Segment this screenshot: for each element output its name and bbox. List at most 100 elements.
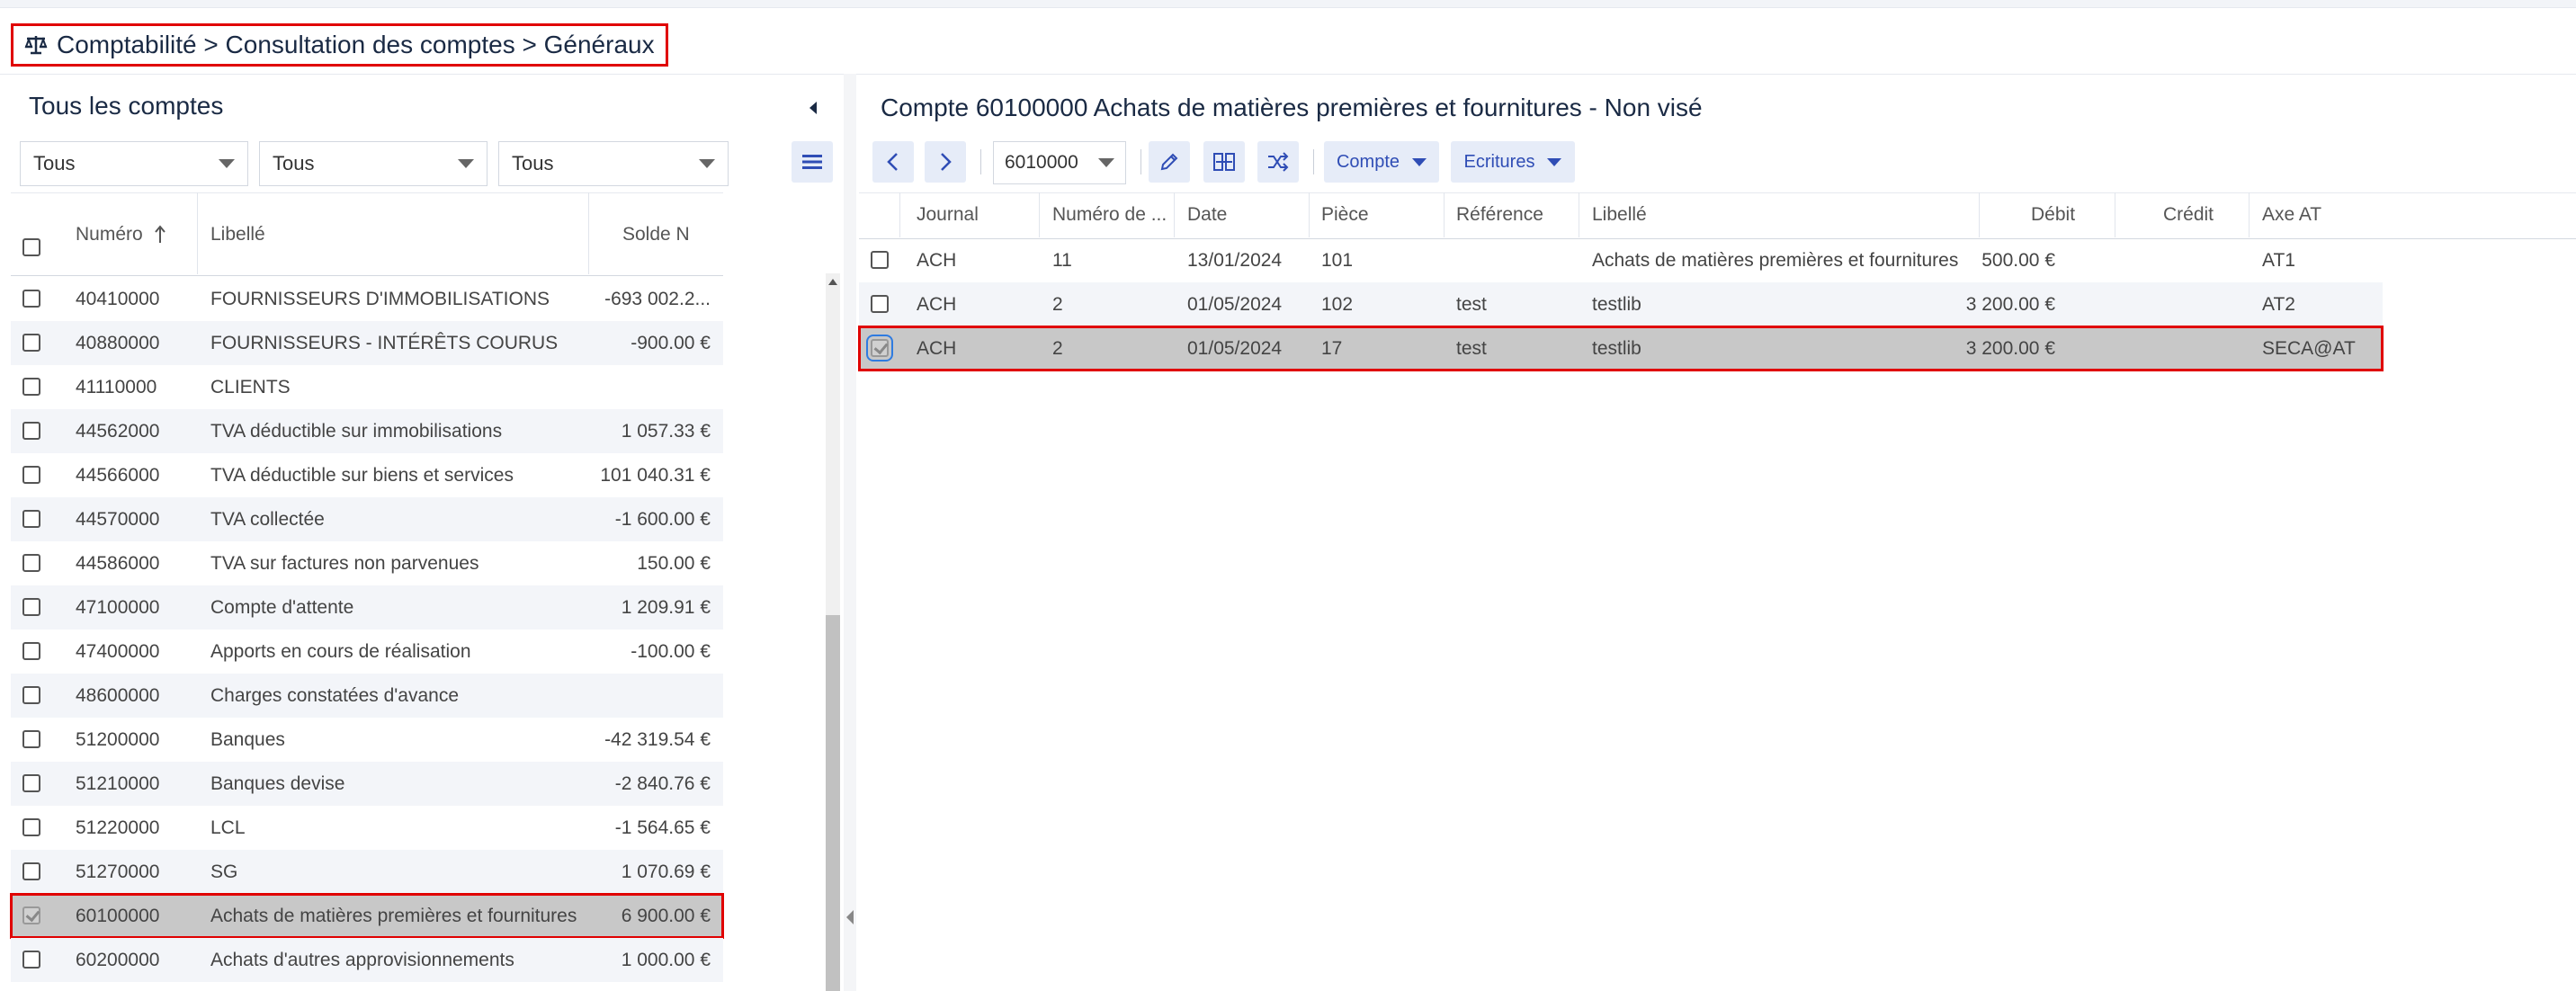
- left-scrollbar[interactable]: [826, 273, 840, 991]
- row-checkbox[interactable]: [22, 598, 40, 616]
- shuffle-button[interactable]: [1257, 141, 1299, 183]
- table-row[interactable]: 47400000 Apports en cours de réalisation -…: [11, 629, 723, 674]
- table-row[interactable]: 60200000 Achats d'autres approvisionnemen…: [11, 938, 723, 982]
- left-panel-title: Tous les comptes: [29, 92, 224, 120]
- account-number: 51270000: [76, 862, 160, 882]
- table-row[interactable]: 40880000 FOURNISSEURS - INTÉRÊTS COURUS -9…: [11, 321, 723, 365]
- column-header-libelle[interactable]: Libellé: [210, 193, 265, 275]
- row-checkbox[interactable]: [22, 951, 40, 969]
- row-checkbox[interactable]: [871, 295, 889, 313]
- filter-dropdown-1[interactable]: Tous: [20, 141, 248, 186]
- table-row[interactable]: 40410000 FOURNISSEURS D'IMMOBILISATIONS -6…: [11, 277, 723, 321]
- row-checkbox[interactable]: [22, 642, 40, 660]
- row-checkbox[interactable]: [22, 818, 40, 836]
- account-label: TVA déductible sur immobilisations: [210, 421, 503, 442]
- collapse-arrow-icon[interactable]: [846, 910, 854, 924]
- table-row[interactable]: 51270000 SG 1 070.69 €: [11, 850, 723, 894]
- account-select[interactable]: 6010000: [993, 141, 1126, 184]
- compte-menu-button[interactable]: Compte: [1324, 141, 1439, 183]
- filter-dropdown-2[interactable]: Tous: [259, 141, 487, 186]
- account-label: LCL: [210, 817, 246, 838]
- account-number: 51220000: [76, 817, 160, 838]
- row-checkbox[interactable]: [22, 378, 40, 396]
- column-header-libelle[interactable]: Libellé: [1592, 204, 1647, 226]
- panel-splitter[interactable]: [844, 74, 856, 991]
- column-header-piece[interactable]: Pièce: [1321, 204, 1369, 226]
- row-checkbox[interactable]: [871, 251, 889, 269]
- table-row[interactable]: ACH 2 01/05/2024 17 test testlib 3 200.00 € SEC…: [858, 326, 2384, 371]
- table-row[interactable]: 48600000 Charges constatées d'avance: [11, 674, 723, 718]
- column-divider: [2249, 192, 2250, 237]
- table-row[interactable]: 51220000 LCL -1 564.65 €: [11, 806, 723, 850]
- column-header-credit[interactable]: Crédit: [2163, 204, 2214, 226]
- column-header-numero-label: Numéro: [76, 223, 143, 245]
- chevron-down-icon: [1412, 157, 1427, 166]
- breadcrumb-text: Comptabilité > Consultation des comptes …: [57, 31, 655, 58]
- row-checkbox[interactable]: [22, 862, 40, 880]
- scrollbar-thumb[interactable]: [826, 615, 840, 991]
- cell-libelle: testlib: [1592, 294, 1641, 315]
- table-row[interactable]: 44562000 TVA déductible sur immobilisatio…: [11, 409, 723, 453]
- cell-debit: 3 200.00 €: [1965, 338, 2055, 359]
- row-checkbox[interactable]: [22, 774, 40, 792]
- column-header-date[interactable]: Date: [1187, 204, 1227, 226]
- table-row[interactable]: 44586000 TVA sur factures non parvenues 15…: [11, 541, 723, 585]
- cell-libelle: testlib: [1592, 338, 1641, 359]
- row-checkbox[interactable]: [22, 906, 40, 924]
- row-checkbox[interactable]: [22, 686, 40, 704]
- table-row[interactable]: 44570000 TVA collectée -1 600.00 €: [11, 497, 723, 541]
- account-label: TVA collectée: [210, 509, 325, 530]
- table-row[interactable]: 51210000 Banques devise -2 840.76 €: [11, 762, 723, 806]
- column-header-axe-at[interactable]: Axe AT: [2262, 204, 2321, 226]
- compare-button[interactable]: [1203, 141, 1245, 183]
- cell-journal: ACH: [917, 250, 957, 271]
- cell-date: 13/01/2024: [1187, 250, 1283, 271]
- account-balance: -693 002.2...: [604, 289, 711, 309]
- row-checkbox[interactable]: [22, 334, 40, 352]
- compare-icon: [1213, 153, 1235, 171]
- table-row[interactable]: 44566000 TVA déductible sur biens et serv…: [11, 453, 723, 497]
- row-checkbox[interactable]: [22, 290, 40, 308]
- column-header-numero[interactable]: Numéro de ...: [1052, 204, 1167, 226]
- table-row[interactable]: 60100000 Achats de matières premières et …: [10, 893, 724, 939]
- filter-dropdown-3[interactable]: Tous: [498, 141, 729, 186]
- row-checkbox[interactable]: [866, 335, 893, 362]
- chevron-down-icon: [458, 159, 474, 168]
- account-detail-title: Compte 60100000 Achats de matières premi…: [881, 94, 1703, 121]
- previous-button[interactable]: [872, 141, 914, 183]
- account-number: 41110000: [76, 377, 157, 397]
- edit-button[interactable]: [1149, 141, 1190, 183]
- pencil-icon: [1160, 153, 1178, 171]
- cell-axe-at: SECA@AT: [2262, 338, 2356, 359]
- account-number: 44586000: [76, 553, 160, 574]
- account-label: Banques: [210, 729, 285, 750]
- table-row[interactable]: 41110000 CLIENTS: [11, 365, 723, 409]
- account-balance: -1 564.65 €: [614, 817, 711, 838]
- account-balance: 1 057.33 €: [621, 421, 711, 442]
- ecritures-menu-button[interactable]: Ecritures: [1451, 141, 1575, 183]
- table-row[interactable]: ACH 2 01/05/2024 102 test testlib 3 200.00 € AT…: [859, 282, 2383, 326]
- cell-axe-at: AT2: [2262, 294, 2295, 315]
- column-header-solde[interactable]: Solde N: [622, 193, 690, 275]
- table-row[interactable]: 51200000 Banques -42 319.54 €: [11, 718, 723, 762]
- table-row[interactable]: 47100000 Compte d'attente 1 209.91 €: [11, 585, 723, 629]
- next-button[interactable]: [925, 141, 966, 183]
- row-checkbox[interactable]: [22, 554, 40, 572]
- row-checkbox[interactable]: [22, 510, 40, 528]
- select-all-checkbox[interactable]: [22, 237, 40, 256]
- chevron-down-icon: [699, 159, 715, 168]
- scroll-up-icon[interactable]: [828, 279, 837, 285]
- column-header-reference[interactable]: Référence: [1456, 204, 1543, 226]
- columns-menu-button[interactable]: [792, 141, 833, 183]
- table-row[interactable]: ACH 11 13/01/2024 101 Achats de matières pre…: [859, 238, 2383, 282]
- account-number: 60100000: [76, 906, 160, 926]
- collapse-left-icon[interactable]: [802, 97, 824, 119]
- row-checkbox[interactable]: [22, 730, 40, 748]
- column-header-debit[interactable]: Débit: [2031, 204, 2075, 226]
- row-checkbox[interactable]: [22, 466, 40, 484]
- account-number: 44570000: [76, 509, 160, 530]
- column-header-numero[interactable]: Numéro: [76, 193, 168, 275]
- row-checkbox[interactable]: [22, 422, 40, 440]
- left-grid-header: Numéro Libellé Solde N: [11, 192, 723, 276]
- column-header-journal[interactable]: Journal: [917, 204, 979, 226]
